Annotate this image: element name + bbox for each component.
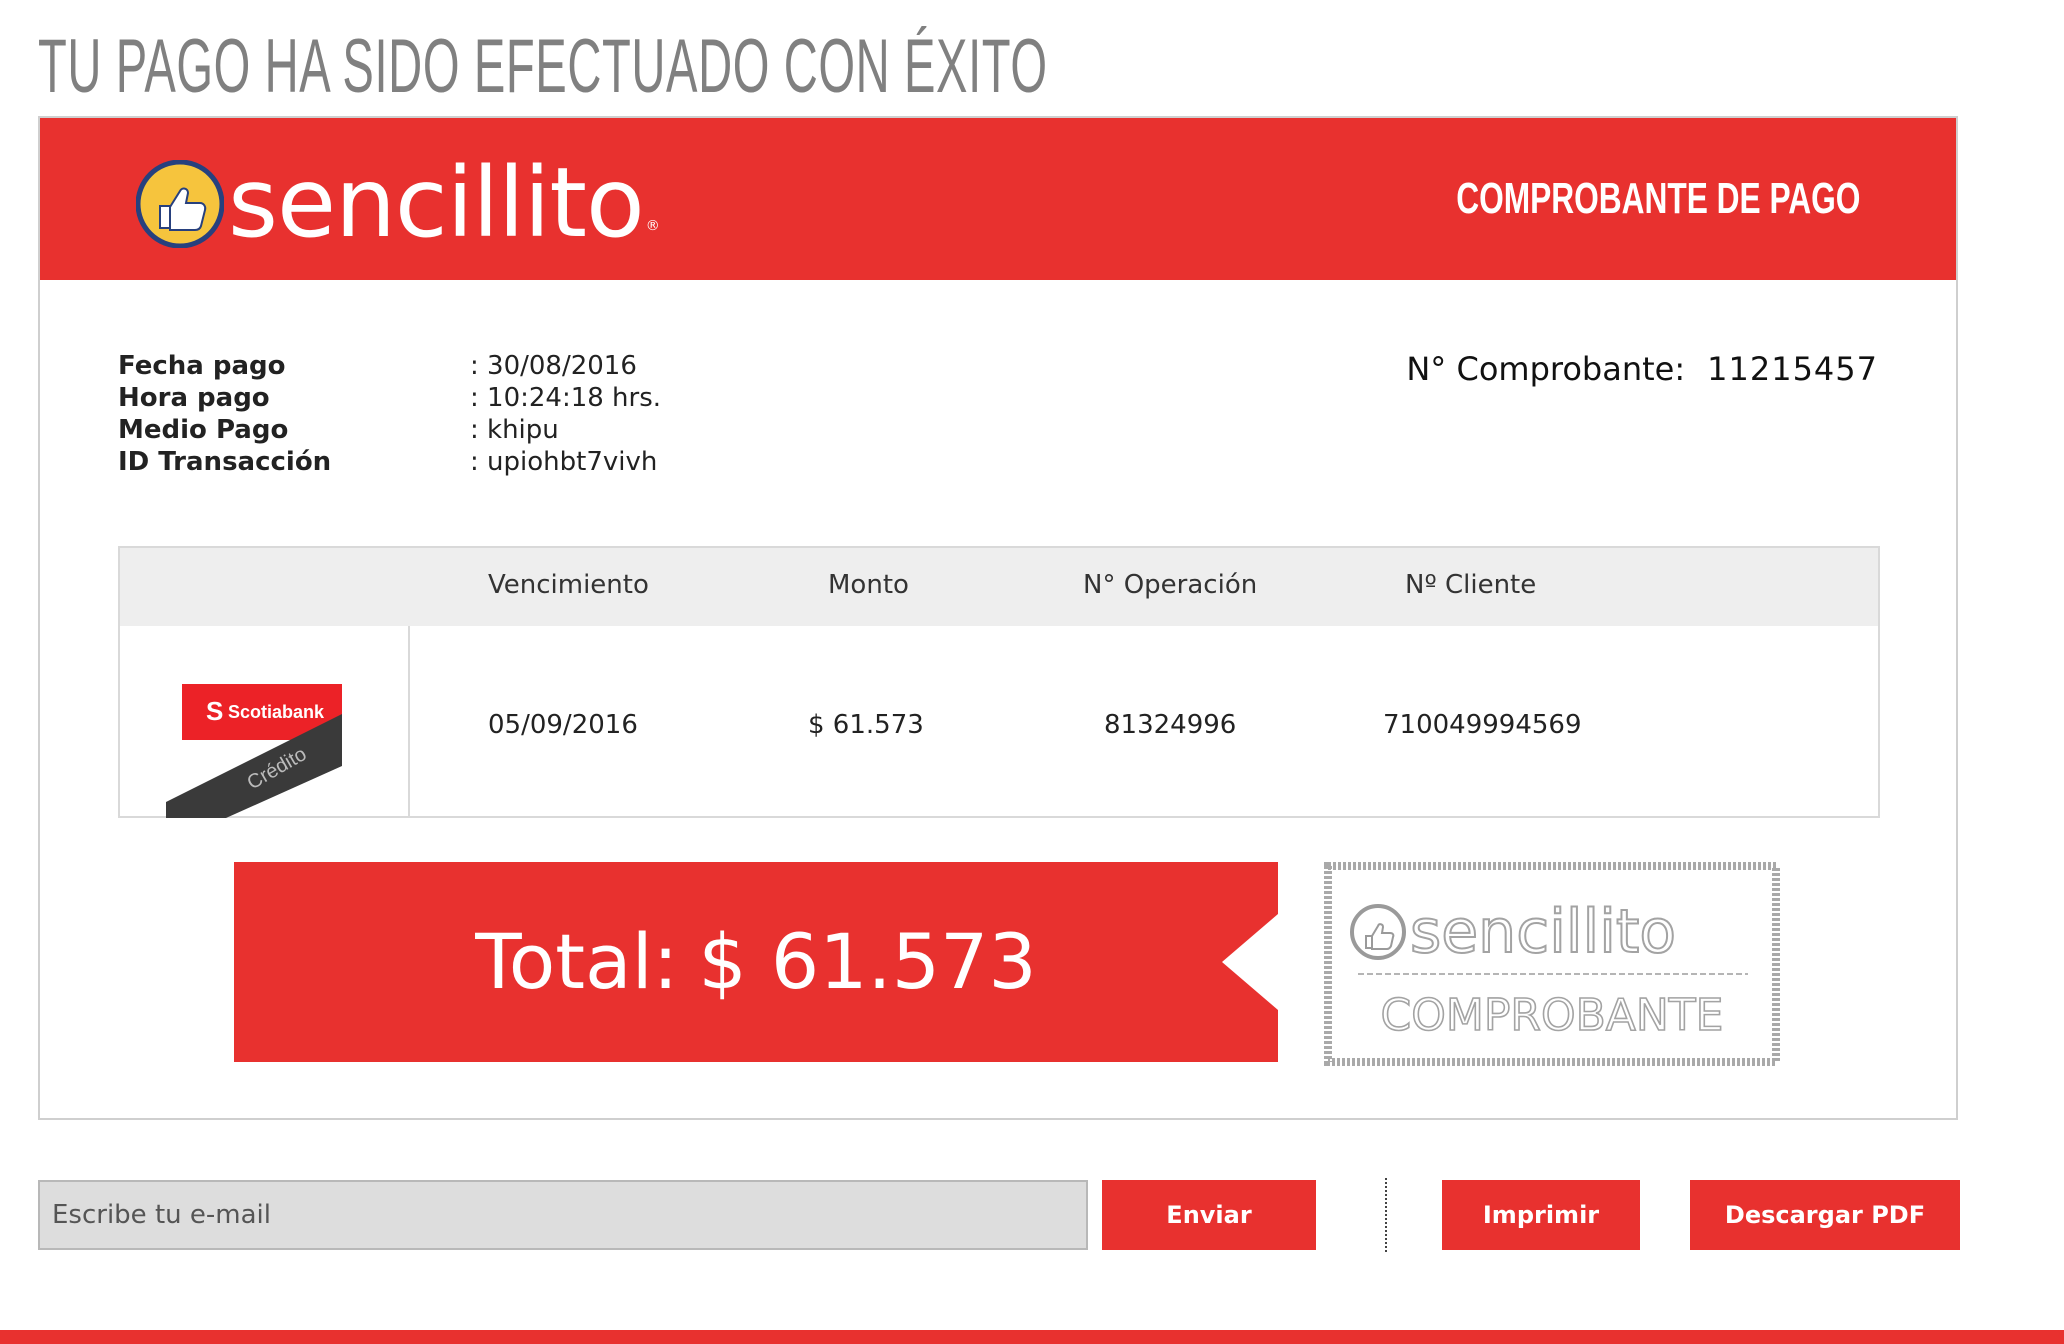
footer-bar: [0, 1330, 2064, 1344]
column-header-monto: Monto: [828, 570, 909, 600]
receipt-stamp: sencillito COMPROBANTE: [1324, 862, 1780, 1066]
total-value: $ 61.573: [698, 917, 1037, 1006]
column-header-vencimiento: Vencimiento: [488, 570, 649, 600]
payment-table: Vencimiento Monto N° Operación Nº Client…: [118, 546, 1880, 818]
receipt-number: N° Comprobante: 11215457: [1406, 350, 1878, 388]
scotiabank-credit-badge: S Scotiabank Crédito: [166, 684, 342, 818]
table-divider: [408, 626, 410, 818]
total-label: Total:: [475, 917, 679, 1006]
bank-logo: S Scotiabank Crédito: [166, 684, 342, 818]
svg-text:sencillito: sencillito: [1410, 897, 1676, 967]
detail-label: Hora pago: [118, 383, 270, 413]
email-input[interactable]: [38, 1180, 1088, 1250]
receipt-number-value: 11215457: [1707, 350, 1878, 388]
receipt-header: sencillito ® COMPROBANTE DE PAGO: [40, 118, 1956, 280]
detail-label: Medio Pago: [118, 415, 289, 445]
page-title: TU PAGO HA SIDO EFECTUADO CON ÉXITO: [38, 24, 1048, 109]
total-notch: [1222, 914, 1278, 1010]
column-header-cliente: Nº Cliente: [1405, 570, 1537, 600]
thumbs-up-icon: [136, 160, 224, 248]
total-amount: Total: $ 61.573: [234, 914, 1278, 1010]
detail-value: : upiohbt7vivh: [470, 447, 658, 477]
cell-operacion: 81324996: [1104, 710, 1237, 740]
stamp-graphic: sencillito COMPROBANTE: [1324, 862, 1780, 1066]
print-button[interactable]: Imprimir: [1442, 1180, 1640, 1250]
receipt-number-label: N° Comprobante:: [1406, 350, 1686, 388]
cell-monto: $ 61.573: [808, 710, 924, 740]
svg-text:COMPROBANTE: COMPROBANTE: [1381, 990, 1724, 1041]
svg-text:Scotiabank: Scotiabank: [228, 702, 325, 722]
detail-value: : khipu: [470, 415, 559, 445]
detail-label: ID Transacción: [118, 447, 332, 477]
svg-text:S: S: [206, 696, 223, 726]
send-button[interactable]: Enviar: [1102, 1180, 1316, 1250]
detail-label: Fecha pago: [118, 351, 286, 381]
detail-value: : 10:24:18 hrs.: [470, 383, 662, 413]
receipt-card: sencillito ® COMPROBANTE DE PAGO Fecha pa…: [38, 116, 1958, 1120]
download-pdf-button[interactable]: Descargar PDF: [1690, 1180, 1960, 1250]
receipt-header-label: COMPROBANTE DE PAGO: [1455, 174, 1860, 223]
column-header-operacion: N° Operación: [1083, 570, 1258, 600]
table-header-row: Vencimiento Monto N° Operación Nº Client…: [120, 548, 1878, 626]
cell-vencimiento: 05/09/2016: [488, 710, 638, 740]
cell-cliente: 710049994569: [1383, 710, 1582, 740]
actions-separator: [1385, 1178, 1387, 1252]
total-banner: Total: $ 61.573: [234, 862, 1278, 1062]
brand-name: sencillito ®: [228, 147, 660, 259]
detail-value: : 30/08/2016: [470, 351, 637, 381]
